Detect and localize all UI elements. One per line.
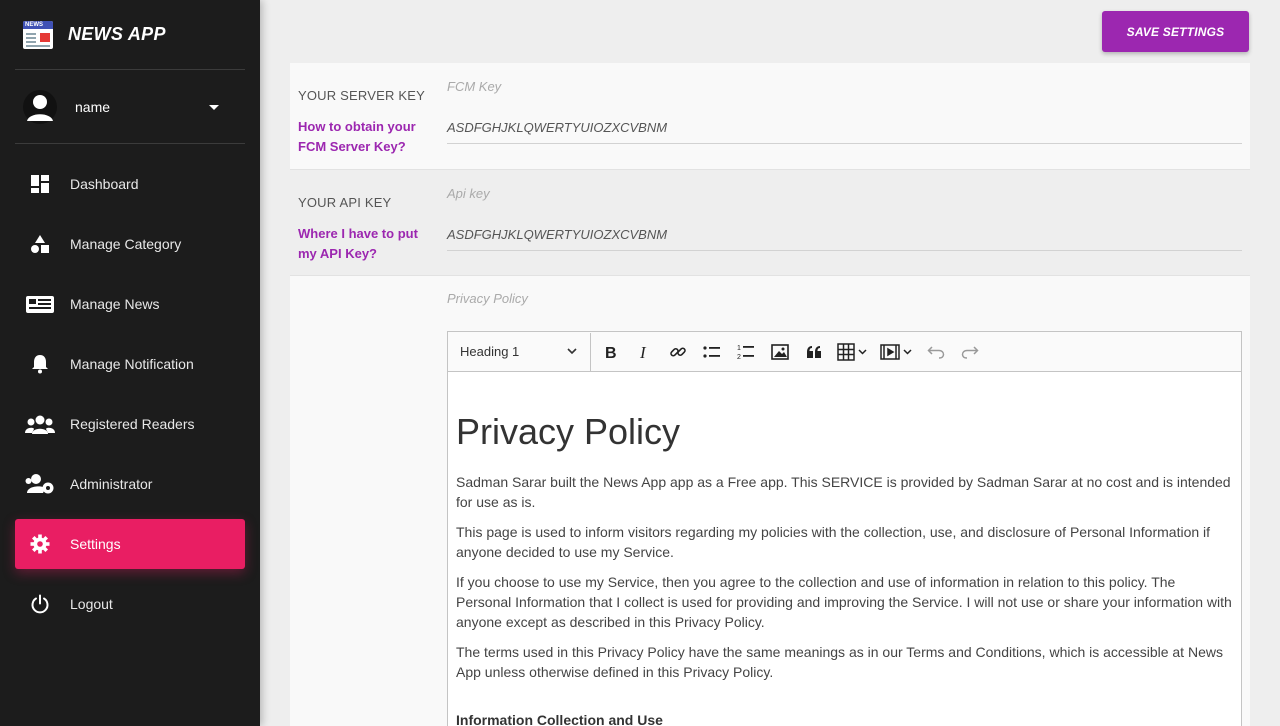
policy-subheading: Information Collection and Use <box>456 712 663 726</box>
news-app-logo: NEWS <box>23 20 53 49</box>
server-key-section: YOUR SERVER KEY How to obtain your FCM S… <box>290 63 1250 169</box>
api-key-label: YOUR API KEY <box>298 195 392 210</box>
server-key-label: YOUR SERVER KEY <box>298 88 426 103</box>
sidebar-item-manage-category[interactable]: Manage Category <box>15 219 245 269</box>
sidebar-item-label: Manage Notification <box>70 356 194 372</box>
policy-paragraph: This page is used to inform visitors reg… <box>456 524 1211 560</box>
sidebar-item-logout[interactable]: Logout <box>15 579 245 629</box>
italic-icon[interactable]: I <box>627 338 661 366</box>
bulleted-list-icon[interactable] <box>695 338 729 366</box>
save-settings-button[interactable]: SAVE SETTINGS <box>1102 11 1249 52</box>
heading-dropdown[interactable]: Heading 1 <box>448 332 591 371</box>
rich-text-editor: Heading 1 B I 12 Privacy Policy Sadman S… <box>447 331 1242 726</box>
svg-text:1: 1 <box>737 345 741 352</box>
policy-paragraph: If you choose to use my Service, then yo… <box>456 574 1232 630</box>
fcm-key-input[interactable]: ASDFGHJKLQWERTYUIOZXCVBNM <box>447 120 1242 144</box>
sidebar-item-label: Logout <box>70 596 113 612</box>
image-icon[interactable] <box>763 338 797 366</box>
link-icon[interactable] <box>661 338 695 366</box>
policy-paragraph: The terms used in this Privacy Policy ha… <box>456 644 1223 680</box>
api-key-input[interactable]: ASDFGHJKLQWERTYUIOZXCVBNM <box>447 227 1242 251</box>
app-title: NEWS APP <box>68 24 166 44</box>
caret-down-icon[interactable] <box>209 105 219 110</box>
policy-paragraph: Sadman Sarar built the News App app as a… <box>456 474 1231 510</box>
admin-icon <box>25 472 55 496</box>
sidebar-item-manage-news[interactable]: Manage News <box>15 279 245 329</box>
fcm-key-field-label: FCM Key <box>447 79 502 94</box>
undo-icon[interactable] <box>919 338 953 366</box>
sidebar-item-administrator[interactable]: Administrator <box>15 459 245 509</box>
svg-text:2: 2 <box>737 354 741 361</box>
category-icon <box>25 232 55 256</box>
privacy-policy-field-label: Privacy Policy <box>447 291 528 306</box>
power-icon <box>25 592 55 616</box>
sidebar-item-label: Administrator <box>70 476 153 492</box>
bell-icon <box>25 352 55 376</box>
people-icon <box>25 412 55 436</box>
redo-icon[interactable] <box>953 338 987 366</box>
editor-content[interactable]: Privacy Policy Sadman Sarar built the Ne… <box>448 410 1241 726</box>
table-icon[interactable] <box>831 338 875 366</box>
main-content: SAVE SETTINGS YOUR SERVER KEY How to obt… <box>260 0 1280 726</box>
api-key-field-label: Api key <box>447 186 490 201</box>
sidebar-item-label: Settings <box>70 536 121 552</box>
fcm-help-link[interactable]: How to obtain your FCM Server Key? <box>298 117 438 157</box>
sidebar-item-settings[interactable]: Settings <box>15 519 245 569</box>
media-embed-icon[interactable] <box>875 338 919 366</box>
sidebar-item-label: Manage Category <box>70 236 182 252</box>
api-key-help-link[interactable]: Where I have to put my API Key? <box>298 224 438 264</box>
dashboard-icon <box>25 172 55 196</box>
user-avatar-icon <box>23 89 57 124</box>
svg-text:B: B <box>605 345 617 360</box>
sidebar-item-label: Dashboard <box>70 176 139 192</box>
sidebar-item-label: Registered Readers <box>70 416 195 432</box>
bold-icon[interactable]: B <box>593 338 627 366</box>
svg-text:I: I <box>639 344 647 360</box>
numbered-list-icon[interactable]: 12 <box>729 338 763 366</box>
sidebar-item-registered-readers[interactable]: Registered Readers <box>15 399 245 449</box>
heading-dropdown-value: Heading 1 <box>460 344 520 359</box>
api-key-section: YOUR API KEY Where I have to put my API … <box>290 169 1250 275</box>
brand: NEWS NEWS APP <box>15 0 245 70</box>
chevron-down-icon <box>566 345 578 360</box>
news-icon <box>25 292 55 316</box>
gear-icon <box>25 532 55 556</box>
sidebar-item-label: Manage News <box>70 296 160 312</box>
privacy-policy-section: Privacy Policy Heading 1 B I 1 2 Privacy… <box>290 275 1250 726</box>
user-menu[interactable]: name <box>15 70 245 144</box>
user-name: name <box>75 98 111 115</box>
quote-icon[interactable] <box>797 338 831 366</box>
sidebar-item-dashboard[interactable]: Dashboard <box>15 159 245 209</box>
sidebar: NEWS NEWS APP name Dashboard Manage Cate… <box>0 0 260 726</box>
privacy-policy-title: Privacy Policy <box>456 411 681 452</box>
sidebar-nav: Dashboard Manage Category Manage News Ma… <box>0 159 260 629</box>
editor-toolbar: Heading 1 B I 12 <box>448 332 1241 372</box>
sidebar-item-manage-notification[interactable]: Manage Notification <box>15 339 245 389</box>
